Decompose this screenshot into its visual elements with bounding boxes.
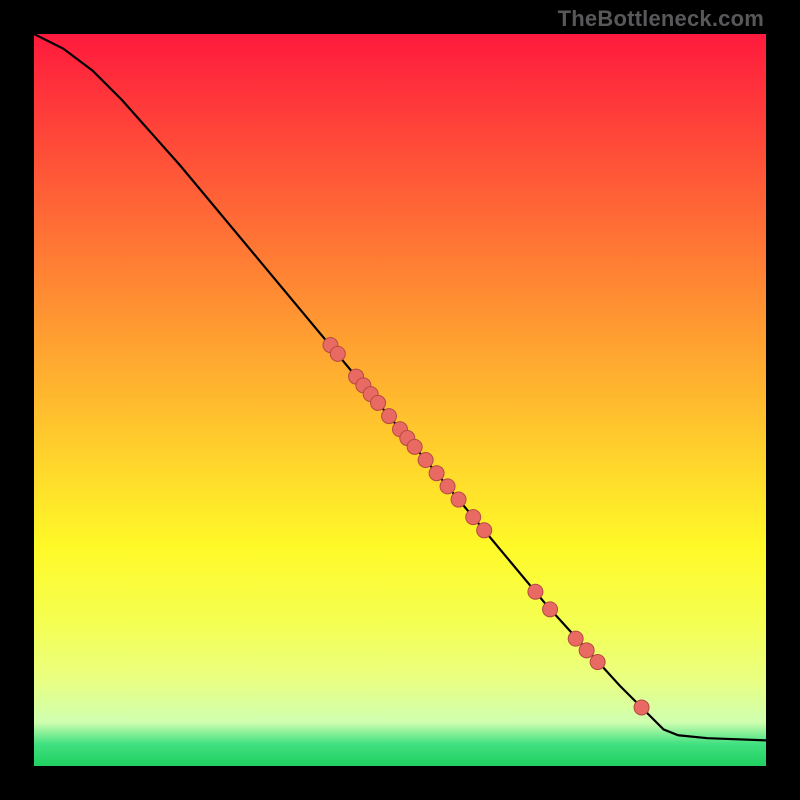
- data-point: [579, 643, 594, 658]
- data-point: [466, 510, 481, 525]
- data-point: [568, 631, 583, 646]
- data-points: [323, 338, 649, 715]
- data-point: [634, 700, 649, 715]
- data-point: [440, 479, 455, 494]
- data-point: [451, 492, 466, 507]
- data-point: [407, 439, 422, 454]
- chart-svg: [34, 34, 766, 766]
- data-point: [543, 602, 558, 617]
- watermark-text: TheBottleneck.com: [558, 6, 764, 32]
- data-point: [371, 395, 386, 410]
- data-point: [429, 466, 444, 481]
- bottleneck-curve: [34, 34, 766, 740]
- data-point: [528, 584, 543, 599]
- data-point: [330, 346, 345, 361]
- data-point: [477, 523, 492, 538]
- data-point: [418, 453, 433, 468]
- data-point: [382, 409, 397, 424]
- chart-frame: TheBottleneck.com: [0, 0, 800, 800]
- data-point: [590, 655, 605, 670]
